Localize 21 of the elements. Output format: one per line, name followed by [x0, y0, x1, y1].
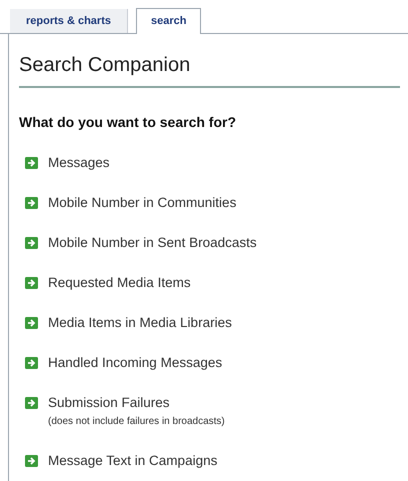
arrow-icon — [25, 357, 38, 369]
arrow-icon — [25, 157, 38, 169]
search-option-link[interactable]: Media Items in Media Libraries — [48, 315, 232, 331]
arrow-icon — [25, 397, 38, 409]
arrow-icon — [25, 317, 38, 329]
search-option-link[interactable]: Mobile Number in Sent Broadcasts — [48, 235, 257, 251]
arrow-icon — [25, 277, 38, 289]
option-note: (does not include failures in broadcasts) — [48, 415, 225, 429]
search-option-link[interactable]: Submission Failures — [48, 395, 225, 411]
question-label: What do you want to search for? — [19, 113, 238, 132]
arrow-icon — [25, 455, 38, 467]
tab[interactable]: reports & charts — [10, 9, 128, 33]
search-option-link[interactable]: Message Text in Campaigns — [48, 453, 218, 469]
tab[interactable]: search — [136, 8, 202, 34]
search-option-link[interactable]: Mobile Number in Communities — [48, 195, 236, 211]
search-option-link[interactable]: Requested Media Items — [48, 275, 191, 291]
arrow-icon — [25, 197, 38, 209]
arrow-icon — [25, 237, 38, 249]
search-option-link[interactable]: Messages — [48, 155, 110, 171]
page-title: Search Companion — [19, 34, 400, 88]
search-option-link[interactable]: Handled Incoming Messages — [48, 355, 222, 371]
